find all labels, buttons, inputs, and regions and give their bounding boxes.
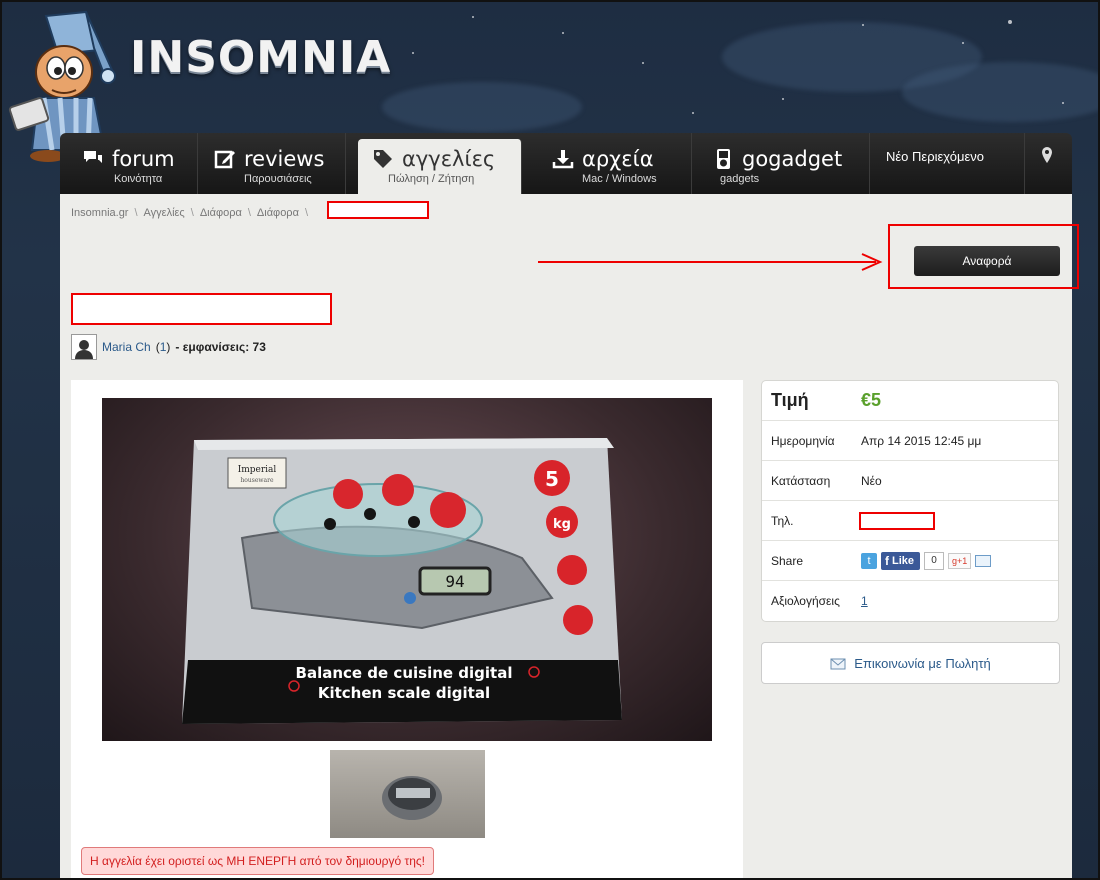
- map-pin-icon: [1042, 147, 1052, 163]
- tab-forum-sub: Κοινότητα: [114, 173, 163, 185]
- listing-images: Imperial houseware 5 kg 94 Balance de cu…: [71, 380, 743, 878]
- tab-reviews-label: reviews: [244, 147, 325, 171]
- weight-badge: 5: [545, 467, 559, 491]
- contact-seller-label: Επικοινωνία με Πωλητή: [854, 655, 991, 671]
- views-count: - εμφανίσεις: 73: [175, 340, 266, 354]
- breadcrumb-home[interactable]: Insomnia.gr: [71, 207, 128, 219]
- avatar[interactable]: [71, 334, 97, 360]
- envelope-icon: [830, 658, 846, 670]
- condition-value: Νέο: [861, 473, 882, 488]
- tag-icon: [374, 150, 392, 168]
- facebook-like-label: Like: [892, 554, 915, 567]
- edit-icon: [214, 150, 235, 169]
- tab-reviews-sub: Παρουσιάσεις: [244, 173, 312, 185]
- tab-downloads-sub: Mac / Windows: [582, 173, 657, 185]
- listing-details: Τιμή €5 Ημερομηνία Απρ 14 2015 12:45 μμ …: [761, 380, 1059, 622]
- tab-forum-label: forum: [112, 147, 175, 171]
- breadcrumb-classifieds[interactable]: Αγγελίες: [144, 207, 185, 219]
- tab-classifieds-label: αγγελίες: [402, 147, 496, 171]
- main-navigation: forum Κοινότητα reviews Παρουσιάσεις αγγ…: [60, 133, 1072, 194]
- contact-seller-button[interactable]: Επικοινωνία με Πωλητή: [761, 642, 1060, 684]
- report-button[interactable]: Αναφορά: [914, 246, 1060, 276]
- google-plus-button[interactable]: g+1: [948, 552, 972, 569]
- thumbnail-photo[interactable]: [330, 750, 485, 838]
- phone-row: Τηλ.: [762, 501, 1058, 541]
- scale-box-illustration: Imperial houseware 5 kg 94 Balance de cu…: [182, 438, 622, 724]
- ipod-icon: [717, 149, 730, 169]
- page-frame: INSOMNIA forum Κοινότητα reviews Παρουσι…: [0, 0, 1100, 880]
- location-button[interactable]: [1025, 133, 1071, 194]
- box-brand-sub: houseware: [240, 477, 274, 484]
- inactive-listing-notice: Η αγγελία έχει οριστεί ως ΜΗ ΕΝΕΡΓΗ από …: [81, 847, 434, 875]
- price-label: Τιμή: [771, 390, 809, 410]
- tab-gogadget-sub: gadgets: [720, 173, 760, 185]
- tab-gogadget[interactable]: gogadget gadgets: [692, 133, 870, 194]
- main-product-photo[interactable]: Imperial houseware 5 kg 94 Balance de cu…: [102, 398, 712, 741]
- redacted-breadcrumb-title: [327, 201, 429, 219]
- condition-row: Κατάσταση Νέο: [762, 461, 1058, 501]
- email-share-icon[interactable]: [975, 554, 992, 567]
- author-line: Maria Ch (1) - εμφανίσεις: 73: [71, 334, 266, 360]
- date-row: Ημερομηνία Απρ 14 2015 12:45 μμ: [762, 421, 1058, 461]
- ratings-label: Αξιολογήσεις: [771, 594, 840, 608]
- tab-reviews[interactable]: reviews Παρουσιάσεις: [198, 133, 346, 194]
- date-value: Απρ 14 2015 12:45 μμ: [861, 433, 982, 448]
- new-content-label: Νέο Περιεχόμενο: [886, 149, 985, 164]
- redacted-listing-title: [71, 293, 332, 325]
- user-silhouette-icon: [75, 340, 93, 359]
- scale-display: 94: [445, 572, 464, 591]
- phone-label: Τηλ.: [771, 513, 794, 528]
- price-row: Τιμή €5: [762, 381, 1058, 421]
- date-label: Ημερομηνία: [771, 433, 835, 448]
- chat-icon: [84, 151, 102, 163]
- caption-line-2: Kitchen scale digital: [318, 684, 490, 702]
- thumbnail-illustration: [382, 776, 442, 820]
- download-icon: [552, 150, 574, 169]
- breadcrumb: Insomnia.gr \ Αγγελίες \ Διάφορα \ Διάφο…: [71, 207, 308, 219]
- tab-downloads-label: αρχεία: [582, 147, 654, 171]
- condition-label: Κατάσταση: [771, 473, 831, 488]
- breadcrumb-misc[interactable]: Διάφορα: [200, 207, 242, 219]
- site-logo-text[interactable]: INSOMNIA: [130, 32, 391, 83]
- share-row: Share t f Like 0 g+1: [762, 541, 1058, 581]
- author-name-link[interactable]: Maria Ch: [102, 340, 151, 354]
- tab-gogadget-label: gogadget: [742, 147, 843, 171]
- breadcrumb-misc-sub[interactable]: Διάφορα: [257, 207, 299, 219]
- tab-downloads[interactable]: αρχεία Mac / Windows: [538, 133, 692, 194]
- weight-unit: kg: [553, 517, 571, 532]
- tab-classifieds[interactable]: αγγελίες Πώληση / Ζήτηση: [358, 139, 522, 194]
- ratings-row: Αξιολογήσεις 1: [762, 581, 1058, 621]
- price-value: €5: [861, 390, 882, 410]
- author-count-link[interactable]: 1: [160, 340, 167, 354]
- ratings-link[interactable]: 1: [861, 594, 868, 608]
- share-label: Share: [771, 553, 804, 568]
- redacted-phone: [859, 511, 937, 530]
- twitter-share-icon[interactable]: t: [861, 552, 877, 569]
- tab-forum[interactable]: forum Κοινότητα: [60, 133, 198, 194]
- facebook-like-button[interactable]: f Like: [881, 551, 921, 570]
- new-content-link[interactable]: Νέο Περιεχόμενο: [870, 133, 1025, 194]
- content-panel: Insomnia.gr \ Αγγελίες \ Διάφορα \ Διάφο…: [60, 194, 1072, 878]
- box-brand-text: Imperial: [238, 465, 277, 475]
- caption-line-1: Balance de cuisine digital: [296, 664, 513, 682]
- like-count: 0: [924, 551, 945, 570]
- tab-classifieds-sub: Πώληση / Ζήτηση: [388, 173, 475, 185]
